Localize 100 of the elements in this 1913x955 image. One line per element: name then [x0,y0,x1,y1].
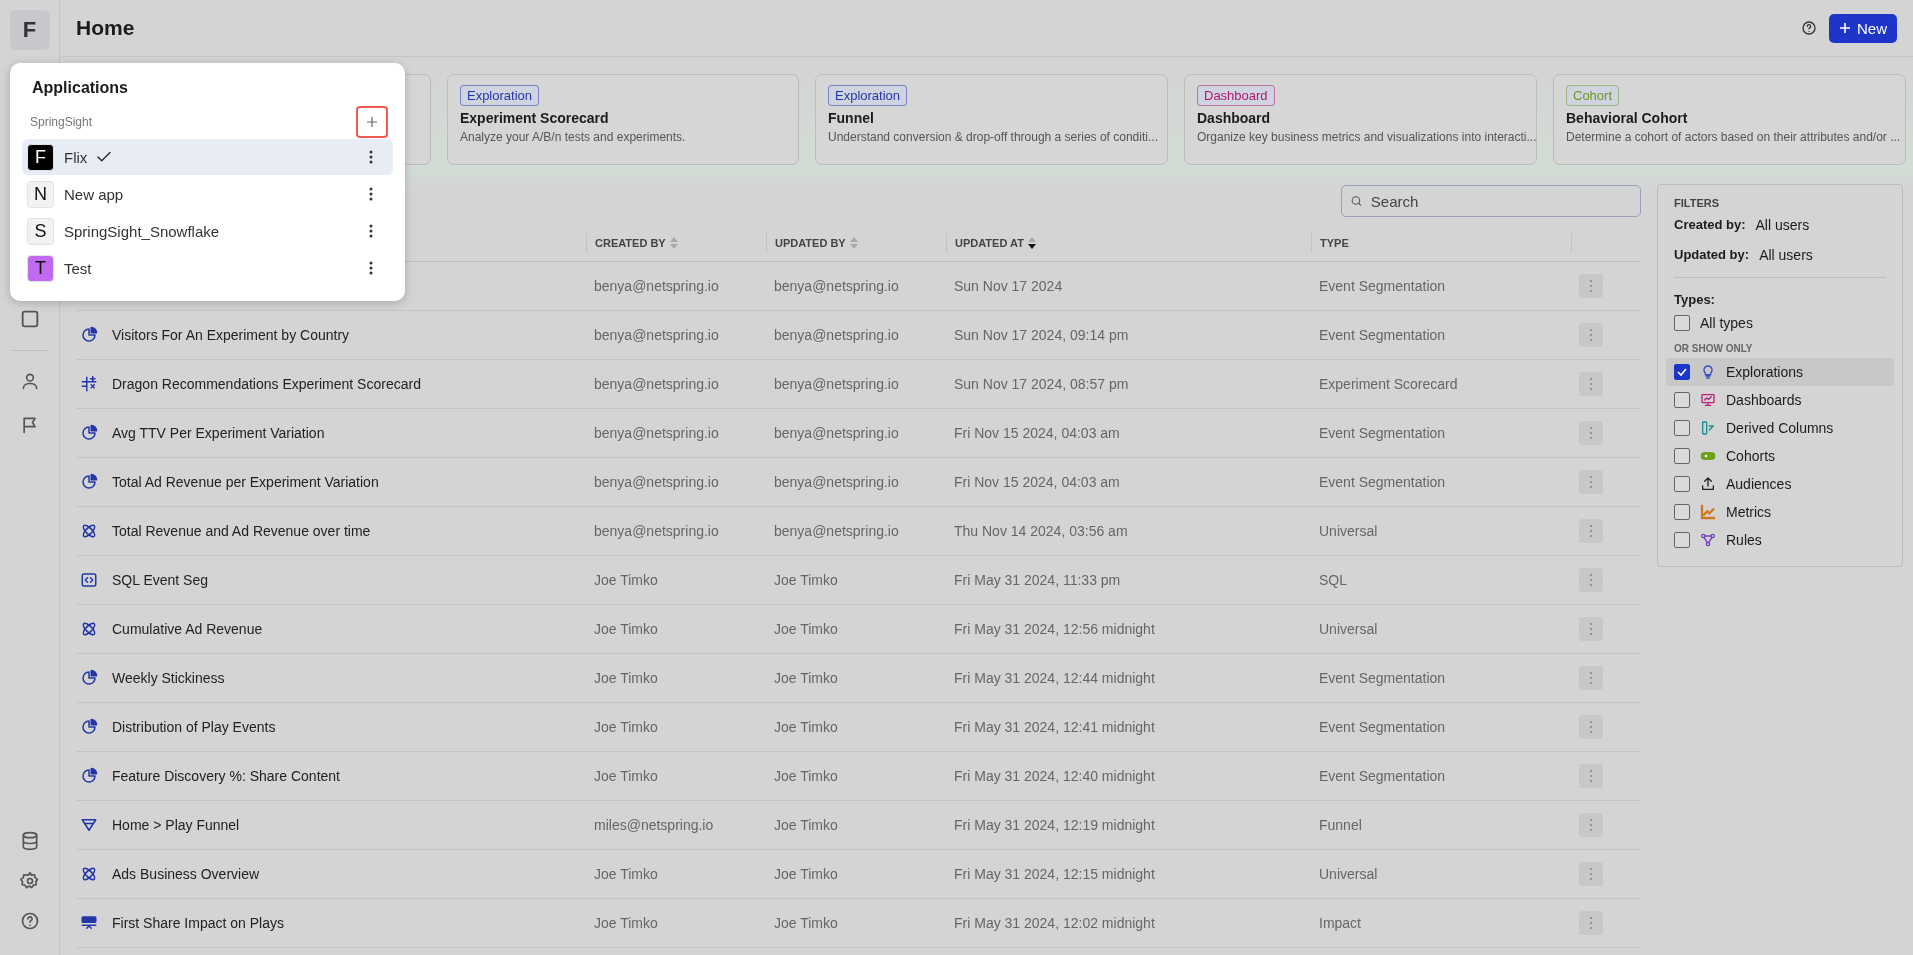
column-header[interactable]: TYPE [1320,237,1349,249]
item-name[interactable]: Ads Business Overview [112,866,260,882]
checkbox-label[interactable]: All types [1700,315,1753,331]
checkbox[interactable] [1674,532,1690,548]
table-cell-text: Joe Timko [773,621,839,637]
item-name[interactable]: Feature Discovery %: Share Content [112,768,340,784]
table-cell-text: benya@netspring.io [593,523,720,539]
template-card[interactable]: Exploration Funnel Understand conversion & drop-off through a series of conditi... [815,74,1168,165]
search-input[interactable]: Search [1368,191,1632,211]
more-icon[interactable] [369,261,373,275]
type-badge: Dashboard [1197,85,1275,106]
table-cell-text: Funnel [1318,817,1363,833]
more-icon[interactable] [369,187,373,201]
table-cell-text: Sun Nov 17 2024 [953,278,1064,294]
template-card[interactable]: Cohort Behavioral Cohort Determine a cohort of actors based on their attributes and/or ... [1553,74,1906,165]
checkbox-label[interactable]: Dashboards [1726,392,1802,408]
more-button[interactable] [1579,372,1603,396]
more-icon[interactable] [369,150,373,164]
sort-descending-icon[interactable] [1026,236,1037,250]
item-name[interactable]: Total Ad Revenue per Experiment Variation [112,474,379,490]
more-button[interactable] [1579,274,1603,298]
table-cell-text: Event Segmentation [1318,327,1447,343]
more-icon[interactable] [369,224,373,238]
column-header[interactable]: UPDATED AT [955,237,1024,249]
item-name[interactable]: Visitors For An Experiment by Country [112,327,350,343]
filter-value[interactable]: All users [1755,217,1810,233]
column-header[interactable]: CREATED BY [595,237,666,249]
checkbox[interactable] [1674,448,1690,464]
checkbox-label[interactable]: Derived Columns [1726,420,1834,436]
organization-name: SpringSight [30,115,93,129]
app-item[interactable]: S SpringSight_Snowflake [22,213,393,249]
page-title: Home [76,16,136,40]
table-cell-text: Universal [1318,523,1379,539]
more-button[interactable] [1579,421,1603,445]
plus-icon [366,116,378,128]
item-name[interactable]: Dragon Recommendations Experiment Scorecard [112,376,421,392]
more-button[interactable] [1579,911,1603,935]
pie-chart-icon [80,473,98,491]
more-button[interactable] [1579,813,1603,837]
table-cell-text: Joe Timko [773,817,839,833]
workspace-avatar[interactable]: F [9,10,50,50]
more-button[interactable] [1579,715,1603,739]
more-button[interactable] [1579,568,1603,592]
checkbox-label[interactable]: Rules [1726,532,1762,548]
search-field[interactable]: Search [1341,185,1641,217]
item-name[interactable]: Total Revenue and Ad Revenue over time [112,523,371,539]
table-cell-text: Joe Timko [593,768,659,784]
atom-icon [80,865,98,883]
sort-icon[interactable] [668,236,679,250]
checkbox-label[interactable]: Cohorts [1726,448,1776,464]
card-title: Behavioral Cohort [1566,110,1688,126]
checkbox[interactable] [1674,392,1690,408]
checkbox[interactable] [1674,420,1690,436]
table-cell-text: Fri May 31 2024, 12:40 midnight [953,768,1156,784]
app-name: Flix [64,148,88,166]
item-name[interactable]: SQL Event Seg [112,572,208,588]
item-name[interactable]: Home > Play Funnel [112,817,240,833]
table-cell-text: Joe Timko [773,719,839,735]
table-cell-text: Event Segmentation [1318,670,1447,686]
item-name[interactable]: Weekly Stickiness [112,670,225,686]
item-name[interactable]: Distribution of Play Events [112,719,276,735]
pie-chart-icon [80,424,98,442]
pie-chart-icon [80,326,98,344]
template-card[interactable]: Dashboard Dashboard Organize key business metrics and visualizations into interacti... [1184,74,1537,165]
column-header[interactable]: UPDATED BY [775,237,846,249]
more-button[interactable] [1579,764,1603,788]
more-button[interactable] [1579,470,1603,494]
more-button[interactable] [1579,666,1603,690]
more-button[interactable] [1579,519,1603,543]
add-app-button[interactable] [356,106,388,138]
checkbox[interactable] [1674,315,1690,331]
table-cell-text: SQL [1318,572,1348,588]
search-icon [1350,194,1363,208]
new-button[interactable]: New [1829,13,1897,43]
table-cell-text: Fri May 31 2024, 12:02 midnight [953,915,1156,931]
app-item[interactable]: F Flix [22,139,393,175]
filter-value[interactable]: All users [1759,247,1813,263]
filter-label: Updated by: [1674,247,1750,263]
type-badge: Exploration [459,85,539,106]
table-cell-text: Joe Timko [593,572,659,588]
app-item[interactable]: N New app [22,176,393,212]
item-name[interactable]: Cumulative Ad Revenue [112,621,263,637]
checkbox-label[interactable]: Audiences [1726,476,1792,492]
template-card[interactable]: Exploration Experiment Scorecard Analyze your A/B/n tests and experiments. [446,74,799,165]
sort-icon[interactable] [848,236,859,250]
item-name[interactable]: First Share Impact on Plays [112,915,284,931]
more-button[interactable] [1579,323,1603,347]
checkbox-label[interactable]: Metrics [1726,504,1772,520]
more-button[interactable] [1579,862,1603,886]
code-icon [80,571,98,589]
app-item[interactable]: T Test [22,250,393,286]
item-name[interactable]: Avg TTV Per Experiment Variation [112,425,325,441]
table-cell-text: Fri May 31 2024, 11:33 pm [953,572,1122,588]
table-cell-text: benya@netspring.io [773,376,900,392]
checkbox[interactable] [1674,504,1690,520]
checkbox-label[interactable]: Explorations [1726,364,1804,380]
funnel-icon [80,816,98,834]
more-button[interactable] [1579,617,1603,641]
checkbox[interactable] [1674,364,1690,380]
checkbox[interactable] [1674,476,1690,492]
